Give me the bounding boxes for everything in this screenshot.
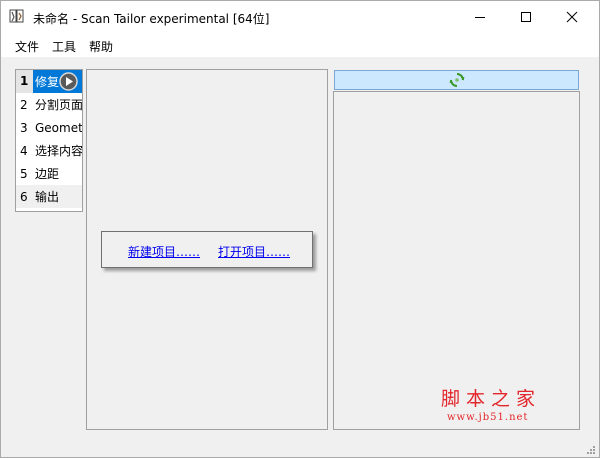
- stage-item-select-content[interactable]: 4 选择内容: [16, 139, 82, 162]
- stage-item-split-pages[interactable]: 2 分割页面: [16, 93, 82, 116]
- minimize-button[interactable]: [457, 1, 503, 33]
- watermark: 脚本之家 www.jb51.net: [441, 384, 541, 423]
- stage-item-output[interactable]: 6 输出: [16, 185, 82, 208]
- new-project-link[interactable]: 新建项目……: [128, 243, 200, 260]
- stage-number: 5: [20, 166, 28, 181]
- stage-number: 1: [16, 70, 33, 93]
- stage-item-fix-orientation[interactable]: 1 修复: [16, 70, 82, 93]
- menu-file[interactable]: 文件: [15, 38, 39, 55]
- stage-label: 修复: [35, 75, 60, 89]
- stage-label: Geometr: [35, 120, 82, 135]
- close-icon: [566, 11, 578, 23]
- app-icon: [9, 9, 25, 25]
- app-window: 未命名 - Scan Tailor experimental [64位] 文件 …: [0, 0, 600, 458]
- window-title: 未命名 - Scan Tailor experimental [64位]: [33, 12, 270, 26]
- menu-tools[interactable]: 工具: [52, 38, 76, 55]
- watermark-url: www.jb51.net: [447, 412, 529, 423]
- maximize-icon: [521, 12, 531, 22]
- stage-number: 2: [20, 97, 28, 112]
- thumbnail-panel[interactable]: [333, 91, 580, 430]
- title-bar[interactable]: 未命名 - Scan Tailor experimental [64位]: [1, 1, 599, 33]
- stage-label: 边距: [35, 167, 60, 181]
- stage-list: 1 修复 2 分割页面 3 Geometr 4 选择内容 5 边距 6: [15, 69, 83, 212]
- maximize-button[interactable]: [503, 1, 549, 33]
- play-icon[interactable]: [59, 72, 78, 91]
- stage-label: 选择内容: [35, 144, 82, 158]
- watermark-title: 脚本之家: [441, 388, 542, 410]
- menu-bar: 文件 工具 帮助: [1, 33, 599, 57]
- start-project-popup: 新建项目…… 打开项目……: [101, 231, 313, 268]
- menu-help[interactable]: 帮助: [89, 38, 113, 55]
- stage-number: 3: [20, 120, 28, 135]
- minimize-icon: [475, 17, 485, 18]
- reload-icon[interactable]: [449, 72, 465, 88]
- stage-label: 输出: [35, 190, 60, 204]
- close-button[interactable]: [549, 1, 595, 33]
- thumbnail-reload-bar[interactable]: [334, 70, 579, 90]
- stage-item-margins[interactable]: 5 边距: [16, 162, 82, 185]
- resize-grip-icon[interactable]: [586, 444, 596, 454]
- open-project-link[interactable]: 打开项目……: [218, 243, 290, 260]
- stage-number: 6: [20, 189, 28, 204]
- stage-label: 分割页面: [35, 98, 82, 112]
- stage-item-geometry[interactable]: 3 Geometr: [16, 116, 82, 139]
- stage-number: 4: [20, 143, 28, 158]
